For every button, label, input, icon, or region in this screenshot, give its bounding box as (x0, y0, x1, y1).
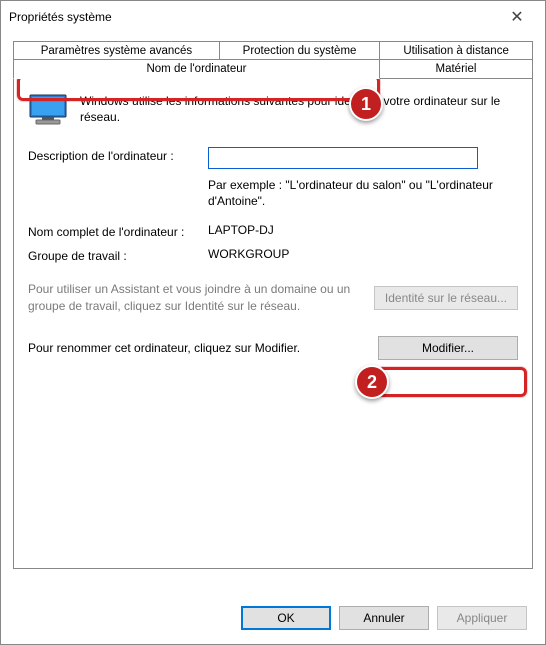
content-area: Paramètres système avancés Protection du… (1, 33, 545, 581)
tabstrip: Paramètres système avancés Protection du… (13, 41, 533, 569)
computer-icon (28, 93, 68, 129)
window-title: Propriétés système (9, 10, 497, 24)
network-id-text: Pour utiliser un Assistant et vous joind… (28, 281, 364, 313)
dialog-buttons: OK Annuler Appliquer (241, 606, 527, 630)
fullname-label: Nom complet de l'ordinateur : (28, 223, 208, 239)
modify-button[interactable]: Modifier... (378, 336, 518, 360)
workgroup-value: WORKGROUP (208, 247, 518, 261)
tab-panel: Windows utilise les informations suivant… (13, 79, 533, 569)
workgroup-label: Groupe de travail : (28, 247, 208, 263)
modify-text: Pour renommer cet ordinateur, cliquez su… (28, 341, 368, 355)
close-icon[interactable]: ✕ (497, 7, 537, 27)
tab-hardware[interactable]: Matériel (379, 59, 533, 78)
tab-computer-name[interactable]: Nom de l'ordinateur (13, 59, 380, 79)
tab-remote[interactable]: Utilisation à distance (379, 41, 533, 60)
intro-row: Windows utilise les informations suivant… (28, 93, 518, 129)
network-id-button: Identité sur le réseau... (374, 286, 518, 310)
fullname-value: LAPTOP-DJ (208, 223, 518, 237)
tab-system-protection[interactable]: Protection du système (219, 41, 380, 60)
description-example: Par exemple : "L'ordinateur du salon" ou… (208, 177, 518, 209)
system-properties-window: Propriétés système ✕ Paramètres système … (0, 0, 546, 645)
cancel-button[interactable]: Annuler (339, 606, 429, 630)
titlebar: Propriétés système ✕ (1, 1, 545, 33)
ok-button[interactable]: OK (241, 606, 331, 630)
description-input[interactable] (208, 147, 478, 169)
tab-advanced-settings[interactable]: Paramètres système avancés (13, 41, 220, 60)
apply-button: Appliquer (437, 606, 527, 630)
description-label: Description de l'ordinateur : (28, 147, 208, 163)
intro-text: Windows utilise les informations suivant… (80, 93, 518, 129)
